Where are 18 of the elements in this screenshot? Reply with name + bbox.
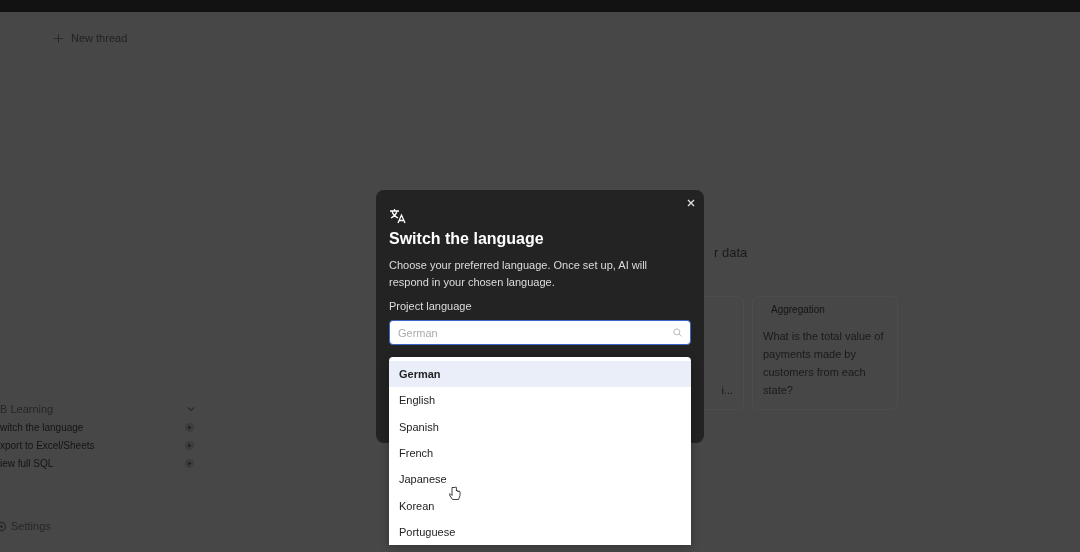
search-icon xyxy=(673,328,682,337)
translate-icon xyxy=(389,208,407,224)
language-option[interactable]: Korean xyxy=(389,492,691,519)
language-option[interactable]: English xyxy=(389,387,691,414)
play-icon xyxy=(185,440,194,450)
language-option[interactable]: French xyxy=(389,439,691,467)
language-option[interactable]: Spanish xyxy=(389,413,691,440)
dialog-description: Choose your preferred language. Once set up, AI will respond in your chosen language. xyxy=(389,258,649,290)
language-search-field[interactable]: German xyxy=(389,320,691,345)
language-option[interactable]: Japanese xyxy=(389,466,691,493)
play-icon xyxy=(185,458,194,468)
language-option[interactable]: German xyxy=(389,361,691,388)
dialog-title: Switch the language xyxy=(389,230,545,248)
field-label: Project language xyxy=(389,300,473,312)
plus-icon xyxy=(54,33,63,43)
hand-cursor-icon xyxy=(449,486,461,501)
language-option[interactable]: Portuguese xyxy=(389,518,691,546)
play-icon xyxy=(185,422,194,432)
